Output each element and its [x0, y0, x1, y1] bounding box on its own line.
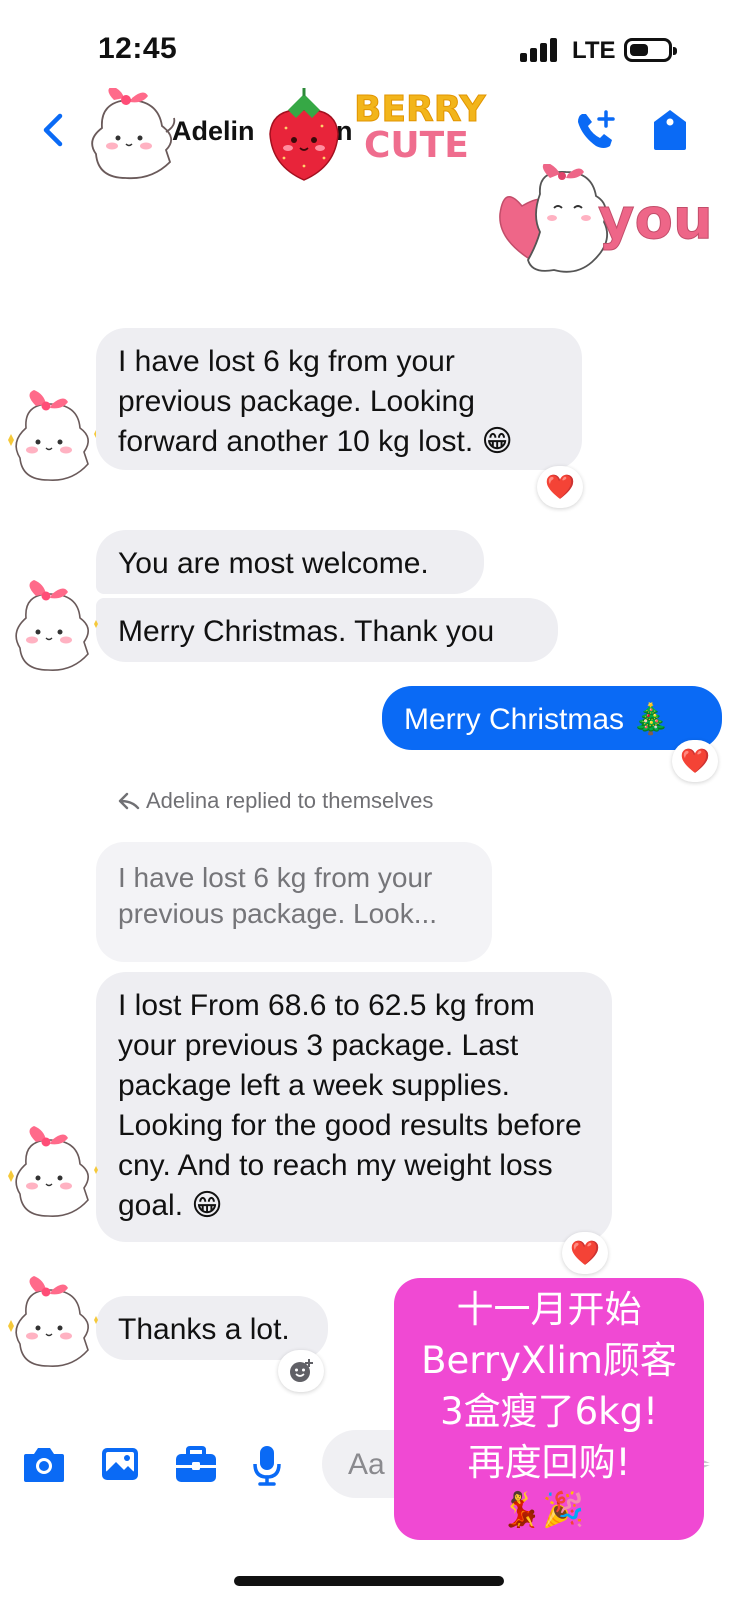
- sender-avatar[interactable]: [2, 580, 102, 680]
- home-indicator[interactable]: [234, 1576, 504, 1586]
- camera-icon[interactable]: [22, 1444, 66, 1484]
- status-time: 12:45: [98, 32, 178, 65]
- add-reaction-button[interactable]: [278, 1350, 324, 1392]
- label-tag-icon[interactable]: [650, 108, 690, 152]
- sticker-line-1: BERRY: [354, 89, 487, 130]
- phone-call-icon[interactable]: [574, 108, 618, 152]
- heart-reaction[interactable]: ❤️: [562, 1232, 608, 1274]
- berry-cute-sticker: BERRY CUTE: [354, 89, 487, 166]
- incoming-message[interactable]: I lost From 68.6 to 62.5 kg from your pr…: [96, 972, 612, 1242]
- sticker-you-text: you: [598, 187, 713, 252]
- reply-arrow-icon: [118, 792, 140, 810]
- incoming-message[interactable]: You are most welcome.: [96, 530, 484, 594]
- love-you-sticker: you: [499, 164, 713, 273]
- contact-name[interactable]: Adelin: [172, 116, 255, 147]
- briefcase-icon[interactable]: [174, 1444, 218, 1484]
- signal-icon: [520, 38, 560, 62]
- reply-indicator-text: Adelina replied to themselves: [146, 788, 434, 813]
- promo-line-3: 3盒瘦了6kg!: [440, 1390, 658, 1433]
- heart-reaction-icon: ❤️: [570, 1239, 600, 1267]
- sender-avatar[interactable]: [2, 1276, 102, 1376]
- promo-line-2: BerryXlim顾客: [421, 1339, 677, 1382]
- chat-header: Adelin n BERRY CUTE: [0, 88, 738, 181]
- incoming-message[interactable]: Merry Christmas. Thank you: [96, 598, 558, 662]
- heart-reaction-icon: ❤️: [545, 473, 575, 501]
- quoted-message[interactable]: I have lost 6 kg from your previous pack…: [96, 842, 492, 962]
- sticker-line-2: CUTE: [364, 125, 469, 166]
- promo-line-1: 十一月开始: [456, 1288, 642, 1331]
- add-reaction-icon: [290, 1359, 313, 1382]
- heart-reaction[interactable]: ❤️: [537, 466, 583, 508]
- microphone-icon[interactable]: [252, 1444, 282, 1486]
- outgoing-message[interactable]: Merry Christmas 🎄: [382, 686, 722, 750]
- network-label: LTE: [572, 37, 616, 64]
- heart-reaction[interactable]: ❤️: [672, 740, 718, 782]
- incoming-message[interactable]: I have lost 6 kg from your previous pack…: [96, 328, 582, 470]
- sender-avatar[interactable]: [2, 1126, 102, 1226]
- reply-indicator: Adelina replied to themselves: [118, 788, 433, 814]
- heart-reaction-icon: ❤️: [680, 747, 710, 775]
- promo-line-4: 再度回购!: [467, 1441, 631, 1484]
- status-bar: 12:45 LTE: [0, 0, 738, 90]
- battery-icon: [624, 38, 677, 62]
- promo-overlay-banner: 十一月开始 BerryXlim顾客 3盒瘦了6kg! 再度回购! 💃🎉: [394, 1278, 704, 1540]
- back-chevron-icon[interactable]: [36, 110, 70, 150]
- photo-gallery-icon[interactable]: [100, 1444, 140, 1484]
- promo-emojis: 💃🎉: [500, 1490, 585, 1530]
- contact-avatar-sticker[interactable]: [82, 88, 186, 192]
- message-input-placeholder: Aa: [348, 1448, 385, 1481]
- strawberry-sticker-icon: [269, 88, 339, 181]
- sender-avatar[interactable]: [2, 390, 102, 490]
